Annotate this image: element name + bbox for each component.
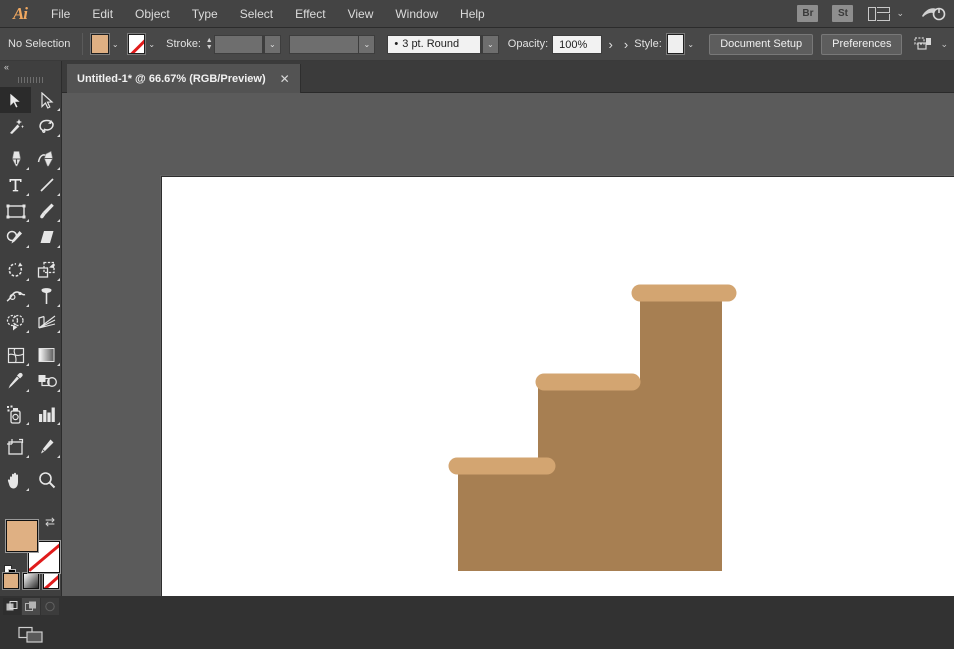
fill-chevron-down-icon[interactable]: ⌄ [109,34,122,54]
menu-effect[interactable]: Effect [284,0,336,28]
tool-column-graph[interactable] [31,401,62,427]
menu-type[interactable]: Type [181,0,229,28]
arrange-documents-icon[interactable] [868,7,890,21]
selection-status-label: No Selection [0,38,78,50]
menu-object[interactable]: Object [124,0,181,28]
menu-file[interactable]: File [40,0,81,28]
stroke-weight-field[interactable] [214,35,263,54]
stroke-color-swatch[interactable] [128,34,146,54]
menu-help[interactable]: Help [449,0,496,28]
gradient-fill-mode-button[interactable] [23,573,39,589]
brush-bullet-icon: • [388,38,402,50]
middle-step-body [538,383,722,487]
tool-line-segment[interactable] [31,172,62,198]
tool-mesh[interactable] [0,342,31,368]
bridge-icon[interactable]: Br [797,5,818,22]
panel-drag-handle[interactable] [18,77,44,83]
menu-view[interactable]: View [337,0,385,28]
preferences-button[interactable]: Preferences [821,34,902,55]
canvas-workspace[interactable] [62,93,954,596]
stock-icon[interactable]: St [832,5,853,22]
graphic-style-swatch[interactable] [667,34,685,54]
toolbar-fill-swatch[interactable] [6,520,38,552]
tool-eraser[interactable] [31,224,62,250]
tool-scale[interactable] [31,257,62,283]
tool-curvature[interactable] [31,146,62,172]
opacity-input[interactable]: 100% [552,35,601,54]
align-to-artboard-icon[interactable] [914,36,934,52]
tool-direct-selection[interactable] [31,87,62,113]
color-fill-mode-button[interactable] [3,573,19,589]
style-more-chevron-right-icon[interactable]: › [620,37,632,52]
draw-behind-mode-button[interactable] [22,598,40,615]
opacity-label: Opacity: [499,38,552,50]
style-chevron-down-icon[interactable]: ⌄ [684,34,697,54]
screen-mode-row [0,626,62,649]
profile-chevron-down-icon[interactable]: ⌄ [358,36,374,53]
tool-eyedropper[interactable] [0,368,31,394]
menu-bar: Ai File Edit Object Type Select Effect V… [0,0,954,28]
close-icon[interactable]: ✕ [280,72,290,86]
brush-chevron-down-icon[interactable]: ⌄ [482,36,498,53]
stroke-weight-label: Stroke: [158,38,204,50]
collapse-panel-icon[interactable]: « [4,62,8,72]
top-step-body [640,294,722,398]
menu-edit[interactable]: Edit [81,0,124,28]
tool-free-transform[interactable] [31,283,62,309]
opacity-more-chevron-right-icon[interactable]: › [602,37,620,52]
align-chevron-down-icon[interactable]: ⌄ [940,39,948,50]
tool-paintbrush[interactable] [31,198,62,224]
arrange-chevron-down-icon[interactable]: ⌄ [896,8,904,19]
draw-inside-mode-button[interactable] [41,598,59,615]
tool-symbol-sprayer[interactable] [0,401,31,427]
tool-rectangle[interactable] [0,198,31,224]
app-logo-icon: Ai [0,0,40,28]
document-tab-bar: Untitled-1* @ 66.67% (RGB/Preview) ✕ [0,61,954,93]
menu-bar-right-group: Br St ⌄ [790,5,954,22]
menu-window[interactable]: Window [384,0,449,28]
draw-normal-mode-button[interactable] [3,598,21,615]
stroke-chevron-down-icon[interactable]: ⌄ [145,34,158,54]
tool-grid [0,87,62,493]
tool-type[interactable] [0,172,31,198]
brush-dropdown-arrow[interactable]: ⌄ [481,35,499,54]
tool-rotate[interactable] [0,257,31,283]
tool-selection[interactable] [0,87,31,113]
swap-fill-stroke-icon[interactable]: ⇄ [45,515,55,529]
stroke-weight-dropdown[interactable]: ⌄ [263,35,281,54]
none-fill-mode-button[interactable] [43,573,59,589]
fill-color-swatch[interactable] [91,34,109,54]
document-setup-button[interactable]: Document Setup [709,34,813,55]
tools-panel: « [0,61,62,596]
tool-shape-builder[interactable] [0,309,31,335]
tool-shaper-pencil[interactable] [0,224,31,250]
fill-mode-row [0,573,62,589]
tool-gradient[interactable] [31,342,62,368]
menu-select[interactable]: Select [229,0,284,28]
document-tab[interactable]: Untitled-1* @ 66.67% (RGB/Preview) ✕ [67,64,301,93]
drawing-mode-row [0,598,62,615]
change-screen-mode-icon[interactable] [18,626,44,649]
tool-perspective-grid[interactable] [31,309,62,335]
tool-blend[interactable] [31,368,62,394]
divider [82,33,83,55]
tool-pen[interactable] [0,146,31,172]
tool-width-warp[interactable] [0,283,31,309]
control-bar: No Selection ⌄ ⌄ Stroke: ▲▼ ⌄ ⌄ • 3 pt. … [0,28,954,61]
style-label: Style: [632,38,667,50]
tool-magic-wand[interactable] [0,113,31,139]
stroke-weight-stepper[interactable]: ▲▼ [204,34,214,54]
workspace-switcher-icon[interactable] [920,6,946,22]
variable-width-profile-dropdown[interactable]: ⌄ [289,35,376,54]
brush-definition-dropdown[interactable]: • 3 pt. Round [387,35,480,54]
stroke-weight-chevron-down-icon[interactable]: ⌄ [264,36,280,53]
artboard[interactable] [161,176,954,596]
brush-value: 3 pt. Round [402,38,480,50]
staircase-illustration[interactable] [162,177,954,596]
document-tab-title: Untitled-1* @ 66.67% (RGB/Preview) [77,73,266,85]
tools-panel-header: « [0,61,61,75]
tool-lasso[interactable] [31,113,62,139]
